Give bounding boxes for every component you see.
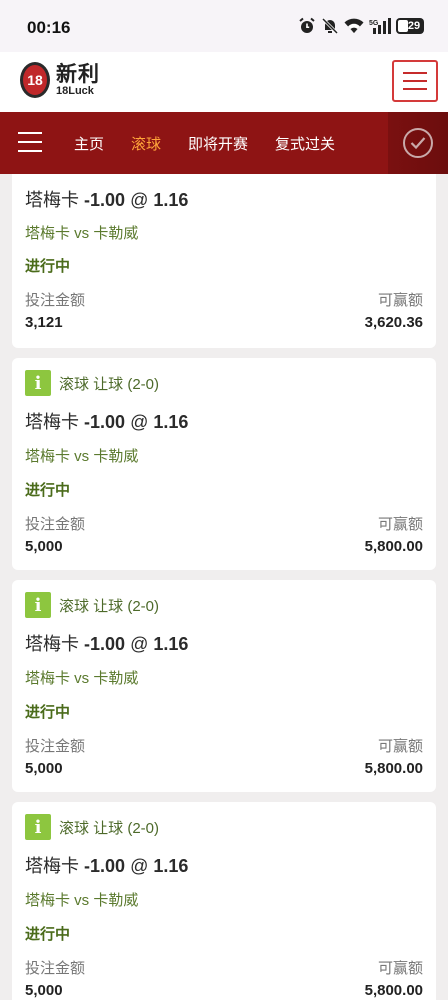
stake-value: 5,000 [25, 538, 63, 555]
bet-selection: 塔梅卡 -1.00 @ 1.16 [25, 190, 189, 210]
win-value: 5,800.00 [364, 538, 423, 555]
bet-card[interactable]: i 滚球 让球 (2-0) 塔梅卡 -1.00 @ 1.16 塔梅卡 vs 卡勒… [12, 358, 436, 570]
status-time: 00:16 [27, 18, 71, 37]
stake-value: 3,121 [25, 314, 63, 331]
win-label: 可赢额 [377, 292, 423, 309]
bet-selection: 塔梅卡 -1.00 @ 1.16 [25, 856, 189, 876]
tab-home[interactable]: 主页 [74, 133, 104, 154]
bet-type: 滚球 让球 (2-0) [59, 819, 160, 837]
bet-type: 滚球 让球 (2-0) [59, 597, 160, 615]
bet-card[interactable]: i 滚球 让球 (2-0) 塔梅卡 -1.00 @ 1.16 塔梅卡 vs 卡勒… [12, 802, 436, 1000]
bet-slip-button[interactable] [388, 112, 448, 174]
stake-label: 投注金额 [25, 516, 86, 533]
menu-button[interactable] [392, 60, 438, 102]
bet-type: 滚球 让球 (2-0) [59, 375, 160, 393]
stake-label: 投注金额 [25, 960, 86, 977]
win-value: 5,800.00 [364, 982, 423, 999]
mute-bell-icon [321, 17, 339, 35]
win-value: 5,800.00 [364, 760, 423, 777]
wifi-icon [344, 18, 364, 33]
brand-logo[interactable]: 18 新利 18Luck [20, 62, 100, 98]
stake-label: 投注金额 [25, 738, 86, 755]
logo-subtitle: 18Luck [56, 84, 94, 97]
win-value: 3,620.36 [364, 314, 423, 331]
stake-label: 投注金额 [25, 292, 86, 309]
win-label: 可赢额 [377, 960, 423, 977]
info-icon: i [25, 592, 51, 618]
win-label: 可赢额 [377, 516, 423, 533]
stake-value: 5,000 [25, 760, 63, 777]
bet-status: 进行中 [25, 926, 71, 943]
nav-tabs: 主页 滚球 即将开赛 复式过关 [74, 112, 362, 174]
status-bar: 00:16 5G 29 [0, 0, 448, 52]
bet-status: 进行中 [25, 704, 71, 721]
svg-text:5G: 5G [369, 20, 379, 27]
bet-list: 塔梅卡 -1.00 @ 1.16 塔梅卡 vs 卡勒威 进行中 投注金额 可赢额… [0, 174, 448, 1000]
logo-title: 新利 [56, 62, 100, 86]
bet-card[interactable]: i 滚球 让球 (2-0) 塔梅卡 -1.00 @ 1.16 塔梅卡 vs 卡勒… [12, 580, 436, 792]
bet-status: 进行中 [25, 258, 71, 275]
alarm-icon [299, 17, 315, 33]
nav-bar: 主页 滚球 即将开赛 复式过关 [0, 112, 448, 174]
sidebar-menu-icon[interactable] [18, 132, 42, 152]
match-name: 塔梅卡 vs 卡勒威 [25, 670, 139, 687]
info-icon: i [25, 370, 51, 396]
bet-selection: 塔梅卡 -1.00 @ 1.16 [25, 634, 189, 654]
tab-parlay[interactable]: 复式过关 [275, 133, 335, 154]
battery-icon: 29 [396, 18, 424, 34]
hamburger-icon [403, 72, 427, 74]
signal-5g-icon: 5G [369, 18, 391, 34]
tab-live[interactable]: 滚球 [131, 133, 161, 154]
bet-selection: 塔梅卡 -1.00 @ 1.16 [25, 412, 189, 432]
win-label: 可赢额 [377, 738, 423, 755]
match-name: 塔梅卡 vs 卡勒威 [25, 892, 139, 909]
match-name: 塔梅卡 vs 卡勒威 [25, 448, 139, 465]
battery-level: 29 [407, 20, 421, 32]
match-name: 塔梅卡 vs 卡勒威 [25, 225, 139, 242]
stake-value: 5,000 [25, 982, 63, 999]
bet-status: 进行中 [25, 482, 71, 499]
tab-upcoming[interactable]: 即将开赛 [188, 133, 248, 154]
info-icon: i [25, 814, 51, 840]
bet-card[interactable]: 塔梅卡 -1.00 @ 1.16 塔梅卡 vs 卡勒威 进行中 投注金额 可赢额… [12, 174, 436, 348]
status-icons: 5G 29 [298, 17, 424, 35]
app-header: 18 新利 18Luck [0, 52, 448, 112]
check-circle-icon [403, 128, 433, 158]
logo-badge: 18 [20, 62, 50, 98]
